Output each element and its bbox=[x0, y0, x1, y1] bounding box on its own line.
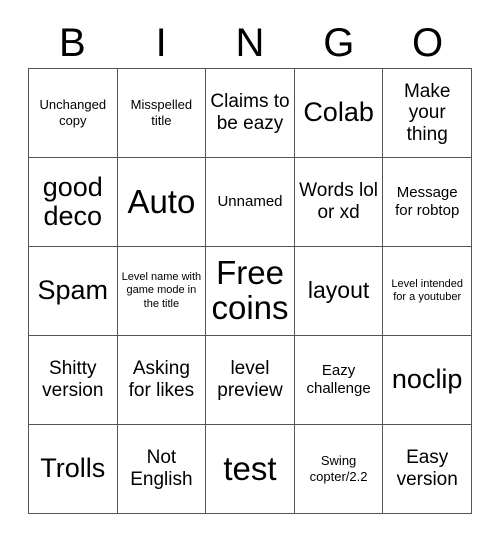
bingo-cell-b1[interactable]: Unchanged copy bbox=[29, 69, 118, 158]
bingo-cell-label: Level name with game mode in the title bbox=[121, 270, 202, 310]
bingo-cell-o5[interactable]: Easy version bbox=[383, 425, 472, 514]
header-letter-b: B bbox=[59, 21, 86, 65]
header-letter-n: N bbox=[235, 21, 265, 65]
bingo-cell-g3[interactable]: layout bbox=[294, 247, 384, 336]
bingo-cell-g2[interactable]: Words lol or xd bbox=[294, 158, 384, 247]
bingo-cell-label: Spam bbox=[37, 275, 109, 306]
bingo-cell-label: noclip bbox=[391, 364, 463, 395]
bingo-cell-label: Easy version bbox=[396, 447, 458, 490]
header-letter-i: I bbox=[155, 21, 167, 65]
bingo-cell-n4[interactable]: level preview bbox=[206, 336, 295, 425]
bingo-cell-g4[interactable]: Eazy challenge bbox=[294, 336, 384, 425]
bingo-cell-n1[interactable]: Claims to be eazy bbox=[206, 69, 295, 158]
bingo-cell-n2[interactable]: Unnamed bbox=[206, 158, 295, 247]
bingo-cell-label: level preview bbox=[217, 358, 283, 401]
bingo-grid: Unchanged copy Misspelled title Claims t… bbox=[28, 68, 472, 514]
bingo-cell-label: Unnamed bbox=[217, 193, 283, 211]
bingo-cell-label: Shitty version bbox=[42, 358, 104, 401]
bingo-cell-label: Auto bbox=[127, 182, 196, 220]
bingo-cell-n3[interactable]: Free coins bbox=[206, 247, 295, 336]
bingo-cell-b2[interactable]: good deco bbox=[29, 158, 118, 247]
bingo-cell-i3[interactable]: Level name with game mode in the title bbox=[117, 247, 207, 336]
bingo-cell-i1[interactable]: Misspelled title bbox=[117, 69, 207, 158]
bingo-cell-g1[interactable]: Colab bbox=[294, 69, 384, 158]
bingo-cell-label: Not English bbox=[130, 447, 193, 490]
bingo-cell-label: Unchanged copy bbox=[39, 97, 107, 128]
bingo-cell-label: Trolls bbox=[40, 453, 106, 484]
bingo-cell-label: layout bbox=[307, 277, 370, 304]
bingo-cell-label: good deco bbox=[42, 171, 103, 231]
bingo-cell-i4[interactable]: Asking for likes bbox=[117, 336, 207, 425]
bingo-cell-o4[interactable]: noclip bbox=[383, 336, 472, 425]
bingo-cell-b3[interactable]: Spam bbox=[29, 247, 118, 336]
bingo-cell-b5[interactable]: Trolls bbox=[29, 425, 118, 514]
bingo-header-row: B I N G O bbox=[28, 18, 472, 68]
bingo-cell-label: Swing copter/2.2 bbox=[309, 453, 368, 484]
bingo-cell-label: Colab bbox=[303, 97, 374, 128]
bingo-cell-i5[interactable]: Not English bbox=[117, 425, 207, 514]
bingo-cell-o3[interactable]: Level intended for a youtuber bbox=[383, 247, 472, 336]
bingo-cell-label: Misspelled title bbox=[130, 97, 193, 128]
bingo-cell-i2[interactable]: Auto bbox=[117, 158, 207, 247]
bingo-cell-o2[interactable]: Message for robtop bbox=[383, 158, 472, 247]
bingo-cell-label: test bbox=[223, 449, 277, 487]
bingo-cell-label: Words lol or xd bbox=[299, 180, 379, 223]
bingo-cell-label: Asking for likes bbox=[128, 358, 195, 401]
bingo-cell-n5[interactable]: test bbox=[206, 425, 295, 514]
bingo-card: B I N G O Unchanged copy Misspelled titl… bbox=[0, 0, 500, 544]
bingo-cell-label: Message for robtop bbox=[395, 184, 460, 219]
bingo-cell-label: Make your thing bbox=[403, 80, 451, 145]
bingo-cell-label: Free coins bbox=[211, 254, 289, 326]
bingo-cell-label: Level intended for a youtuber bbox=[391, 277, 463, 303]
bingo-cell-g5[interactable]: Swing copter/2.2 bbox=[294, 425, 384, 514]
header-letter-o: O bbox=[412, 21, 444, 65]
bingo-cell-o1[interactable]: Make your thing bbox=[383, 69, 472, 158]
header-letter-g: G bbox=[323, 21, 355, 65]
bingo-cell-label: Claims to be eazy bbox=[210, 91, 290, 134]
bingo-cell-b4[interactable]: Shitty version bbox=[29, 336, 118, 425]
bingo-cell-label: Eazy challenge bbox=[306, 362, 371, 397]
